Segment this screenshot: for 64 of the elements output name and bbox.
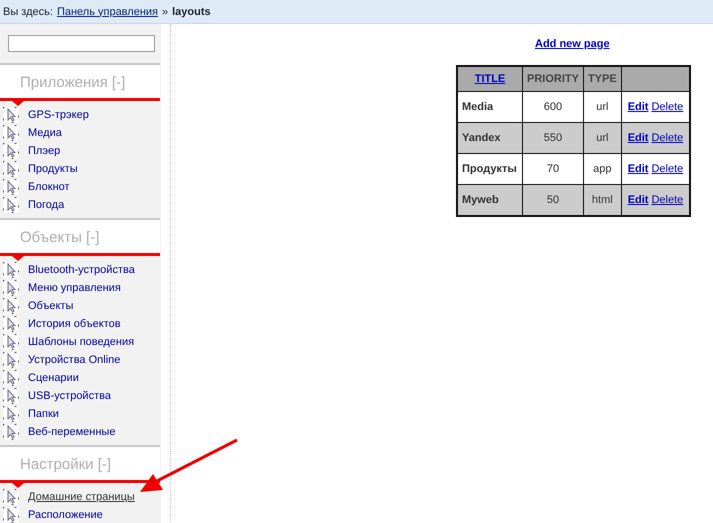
table-cell: Media [462, 101, 494, 113]
cursor-icon [3, 280, 19, 296]
sidebar-item[interactable]: Меню управления [28, 282, 121, 294]
sidebar-item[interactable]: Расположение [28, 509, 103, 521]
sidebar-item[interactable]: Медиа [28, 127, 62, 139]
cursor-icon [3, 388, 19, 404]
table-cell: url [596, 101, 608, 113]
sidebar-item[interactable]: Объекты [28, 300, 74, 312]
cursor-icon [3, 507, 19, 523]
breadcrumb-current: layouts [172, 6, 211, 18]
delete-link[interactable]: Delete [651, 194, 684, 206]
sidebar-item[interactable]: Bluetooth-устройства [28, 264, 135, 276]
edit-link[interactable]: Edit [628, 194, 648, 206]
sidebar-item[interactable]: Плэер [28, 145, 60, 157]
cursor-icon [3, 143, 19, 159]
cursor-icon [3, 370, 19, 386]
delete-link[interactable]: Delete [651, 101, 684, 113]
sidebar-item[interactable]: Блокнот [28, 181, 70, 193]
sidebar-item[interactable]: Устройства Online [28, 354, 120, 366]
column-header: TYPE [588, 73, 617, 85]
column-header: PRIORITY [527, 73, 579, 85]
table-cell: 50 [546, 194, 560, 206]
sidebar-item[interactable]: Папки [28, 408, 59, 420]
cursor-icon [3, 406, 19, 422]
breadcrumb-separator: » [162, 6, 168, 18]
delete-link[interactable]: Delete [651, 132, 684, 144]
table-cell: url [596, 132, 608, 144]
edit-link[interactable]: Edit [628, 163, 648, 175]
sidebar-item[interactable]: Шаблоны поведения [28, 336, 134, 348]
sidebar-item[interactable]: Домашние страницы [28, 491, 135, 503]
cursor-icon [3, 262, 19, 278]
breadcrumb-link[interactable]: Панель управления [56, 6, 158, 18]
add-page-link[interactable]: Add new page [535, 38, 610, 50]
sidebar-item[interactable]: История объектов [28, 318, 121, 330]
cursor-icon [3, 161, 19, 177]
table-cell: html [592, 194, 613, 206]
table-cell: Myweb [462, 194, 499, 206]
cursor-icon [3, 352, 19, 368]
edit-link[interactable]: Edit [628, 132, 648, 144]
sidebar-item[interactable]: Продукты [28, 163, 78, 175]
cursor-icon [3, 316, 19, 332]
delete-link[interactable]: Delete [651, 163, 684, 175]
search-field[interactable] [8, 35, 155, 52]
sidebar-item[interactable]: Сценарии [28, 372, 79, 384]
table-cell: Продукты [462, 163, 517, 175]
cursor-icon [3, 424, 19, 440]
table-cell: 550 [544, 132, 562, 144]
sidebar-item[interactable]: USB-устройства [28, 390, 111, 402]
cursor-icon [3, 125, 19, 141]
cursor-icon [3, 197, 19, 213]
sidebar-item[interactable]: Веб-переменные [28, 426, 116, 438]
edit-link[interactable]: Edit [628, 101, 648, 113]
cursor-icon [3, 179, 19, 195]
table-cell: 70 [546, 163, 560, 175]
cursor-icon [3, 298, 19, 314]
cursor-icon [3, 334, 19, 350]
table-cell: Yandex [462, 132, 501, 144]
table-cell: app [593, 163, 612, 175]
sidebar-item[interactable]: GPS-трэкер [28, 109, 89, 121]
sidebar-item[interactable]: Погода [28, 199, 64, 211]
cursor-icon [3, 489, 19, 505]
cursor-icon [3, 107, 19, 123]
table-cell: 600 [544, 101, 562, 113]
breadcrumb-prefix: Вы здесь: [3, 6, 53, 18]
